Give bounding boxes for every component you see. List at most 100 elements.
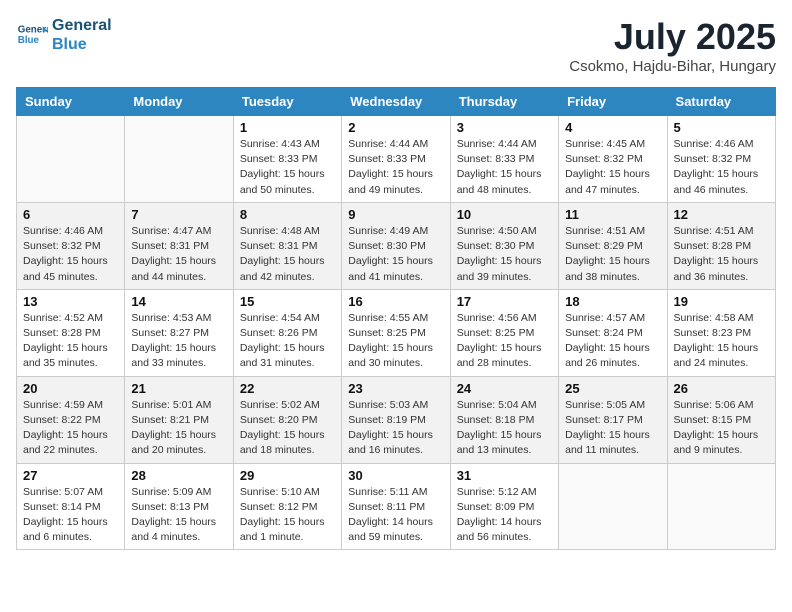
day-info: Sunrise: 5:03 AMSunset: 8:19 PMDaylight:…	[348, 398, 443, 459]
col-header-wednesday: Wednesday	[342, 88, 450, 116]
calendar-cell: 3 Sunrise: 4:44 AMSunset: 8:33 PMDaylight…	[450, 116, 558, 203]
calendar-cell: 24 Sunrise: 5:04 AMSunset: 8:18 PMDayligh…	[450, 376, 558, 463]
day-info: Sunrise: 4:57 AMSunset: 8:24 PMDaylight:…	[565, 311, 660, 372]
calendar-cell: 31 Sunrise: 5:12 AMSunset: 8:09 PMDayligh…	[450, 463, 558, 550]
day-info: Sunrise: 4:51 AMSunset: 8:29 PMDaylight:…	[565, 224, 660, 285]
calendar-cell: 4Sunrise: 4:45 AMSunset: 8:32 PMDaylight…	[559, 116, 667, 203]
svg-text:Blue: Blue	[18, 35, 40, 46]
day-number: 3	[457, 120, 552, 135]
day-info: Sunrise: 5:11 AMSunset: 8:11 PMDaylight:…	[348, 485, 443, 546]
calendar-cell: 28 Sunrise: 5:09 AMSunset: 8:13 PMDayligh…	[125, 463, 233, 550]
day-info: Sunrise: 5:12 AMSunset: 8:09 PMDaylight:…	[457, 485, 552, 546]
title-block: July 2025 Csokmo, Hajdu-Bihar, Hungary	[569, 16, 776, 75]
day-info: Sunrise: 5:07 AMSunset: 8:14 PMDaylight:…	[23, 485, 118, 546]
day-info: Sunrise: 5:02 AMSunset: 8:20 PMDaylight:…	[240, 398, 335, 459]
calendar-cell: 7Sunrise: 4:47 AMSunset: 8:31 PMDaylight…	[125, 202, 233, 289]
logo-icon: General Blue	[16, 19, 48, 51]
day-number: 9	[348, 207, 443, 222]
calendar-cell: 21 Sunrise: 5:01 AMSunset: 8:21 PMDayligh…	[125, 376, 233, 463]
day-info: Sunrise: 4:51 AMSunset: 8:28 PMDaylight:…	[674, 224, 769, 285]
day-number: 20	[23, 381, 118, 396]
day-number: 22	[240, 381, 335, 396]
calendar-week-row: 20 Sunrise: 4:59 AMSunset: 8:22 PMDayligh…	[17, 376, 776, 463]
day-number: 17	[457, 294, 552, 309]
calendar-cell: 18 Sunrise: 4:57 AMSunset: 8:24 PMDayligh…	[559, 289, 667, 376]
calendar-cell: 5 Sunrise: 4:46 AMSunset: 8:32 PMDaylight…	[667, 116, 775, 203]
day-info: Sunrise: 4:54 AMSunset: 8:26 PMDaylight:…	[240, 311, 335, 372]
day-info: Sunrise: 4:59 AMSunset: 8:22 PMDaylight:…	[23, 398, 118, 459]
calendar-cell: 16 Sunrise: 4:55 AMSunset: 8:25 PMDayligh…	[342, 289, 450, 376]
calendar-cell: 6 Sunrise: 4:46 AMSunset: 8:32 PMDaylight…	[17, 202, 125, 289]
col-header-saturday: Saturday	[667, 88, 775, 116]
calendar-cell: 26 Sunrise: 5:06 AMSunset: 8:15 PMDayligh…	[667, 376, 775, 463]
calendar-cell: 22 Sunrise: 5:02 AMSunset: 8:20 PMDayligh…	[233, 376, 341, 463]
day-info: Sunrise: 4:46 AMSunset: 8:32 PMDaylight:…	[674, 137, 769, 198]
calendar-cell: 10Sunrise: 4:50 AMSunset: 8:30 PMDayligh…	[450, 202, 558, 289]
day-number: 16	[348, 294, 443, 309]
calendar-cell: 19 Sunrise: 4:58 AMSunset: 8:23 PMDayligh…	[667, 289, 775, 376]
calendar-cell: 30 Sunrise: 5:11 AMSunset: 8:11 PMDayligh…	[342, 463, 450, 550]
day-info: Sunrise: 5:04 AMSunset: 8:18 PMDaylight:…	[457, 398, 552, 459]
location-text: Csokmo, Hajdu-Bihar, Hungary	[569, 58, 776, 75]
calendar-cell: 23Sunrise: 5:03 AMSunset: 8:19 PMDayligh…	[342, 376, 450, 463]
day-info: Sunrise: 4:46 AMSunset: 8:32 PMDaylight:…	[23, 224, 118, 285]
calendar-cell: 29 Sunrise: 5:10 AMSunset: 8:12 PMDayligh…	[233, 463, 341, 550]
day-number: 8	[240, 207, 335, 222]
day-number: 18	[565, 294, 660, 309]
day-number: 21	[131, 381, 226, 396]
calendar-cell	[125, 116, 233, 203]
calendar-cell: 13 Sunrise: 4:52 AMSunset: 8:28 PMDayligh…	[17, 289, 125, 376]
calendar-cell: 25Sunrise: 5:05 AMSunset: 8:17 PMDayligh…	[559, 376, 667, 463]
day-info: Sunrise: 4:43 AMSunset: 8:33 PMDaylight:…	[240, 137, 335, 198]
col-header-tuesday: Tuesday	[233, 88, 341, 116]
month-title: July 2025	[569, 16, 776, 58]
day-number: 25	[565, 381, 660, 396]
day-info: Sunrise: 4:49 AMSunset: 8:30 PMDaylight:…	[348, 224, 443, 285]
calendar-cell: 2Sunrise: 4:44 AMSunset: 8:33 PMDaylight…	[342, 116, 450, 203]
day-number: 28	[131, 468, 226, 483]
day-number: 19	[674, 294, 769, 309]
day-number: 31	[457, 468, 552, 483]
day-info: Sunrise: 4:47 AMSunset: 8:31 PMDaylight:…	[131, 224, 226, 285]
day-number: 29	[240, 468, 335, 483]
col-header-friday: Friday	[559, 88, 667, 116]
day-info: Sunrise: 4:44 AMSunset: 8:33 PMDaylight:…	[457, 137, 552, 198]
day-number: 6	[23, 207, 118, 222]
calendar-cell	[17, 116, 125, 203]
day-number: 5	[674, 120, 769, 135]
day-number: 2	[348, 120, 443, 135]
day-info: Sunrise: 4:55 AMSunset: 8:25 PMDaylight:…	[348, 311, 443, 372]
day-info: Sunrise: 5:10 AMSunset: 8:12 PMDaylight:…	[240, 485, 335, 546]
day-number: 30	[348, 468, 443, 483]
day-info: Sunrise: 4:56 AMSunset: 8:25 PMDaylight:…	[457, 311, 552, 372]
calendar-header-row: SundayMondayTuesdayWednesdayThursdayFrid…	[17, 88, 776, 116]
day-info: Sunrise: 4:58 AMSunset: 8:23 PMDaylight:…	[674, 311, 769, 372]
day-number: 24	[457, 381, 552, 396]
calendar-cell: 17 Sunrise: 4:56 AMSunset: 8:25 PMDayligh…	[450, 289, 558, 376]
day-number: 27	[23, 468, 118, 483]
calendar-cell: 12Sunrise: 4:51 AMSunset: 8:28 PMDayligh…	[667, 202, 775, 289]
day-number: 26	[674, 381, 769, 396]
day-number: 14	[131, 294, 226, 309]
day-info: Sunrise: 5:09 AMSunset: 8:13 PMDaylight:…	[131, 485, 226, 546]
calendar-cell: 27 Sunrise: 5:07 AMSunset: 8:14 PMDayligh…	[17, 463, 125, 550]
day-info: Sunrise: 5:06 AMSunset: 8:15 PMDaylight:…	[674, 398, 769, 459]
calendar-cell: 9 Sunrise: 4:49 AMSunset: 8:30 PMDaylight…	[342, 202, 450, 289]
calendar-cell: 15Sunrise: 4:54 AMSunset: 8:26 PMDayligh…	[233, 289, 341, 376]
calendar-week-row: 1 Sunrise: 4:43 AMSunset: 8:33 PMDaylight…	[17, 116, 776, 203]
day-info: Sunrise: 5:01 AMSunset: 8:21 PMDaylight:…	[131, 398, 226, 459]
col-header-sunday: Sunday	[17, 88, 125, 116]
calendar-cell: 14Sunrise: 4:53 AMSunset: 8:27 PMDayligh…	[125, 289, 233, 376]
col-header-monday: Monday	[125, 88, 233, 116]
page-header: General Blue General Blue July 2025 Csok…	[16, 16, 776, 75]
calendar-cell	[667, 463, 775, 550]
calendar-cell: 1 Sunrise: 4:43 AMSunset: 8:33 PMDaylight…	[233, 116, 341, 203]
day-number: 13	[23, 294, 118, 309]
logo: General Blue General Blue	[16, 16, 112, 54]
day-number: 1	[240, 120, 335, 135]
logo-blue: Blue	[52, 35, 112, 54]
calendar-cell: 11Sunrise: 4:51 AMSunset: 8:29 PMDayligh…	[559, 202, 667, 289]
logo-general: General	[52, 16, 112, 35]
day-info: Sunrise: 4:52 AMSunset: 8:28 PMDaylight:…	[23, 311, 118, 372]
day-number: 10	[457, 207, 552, 222]
